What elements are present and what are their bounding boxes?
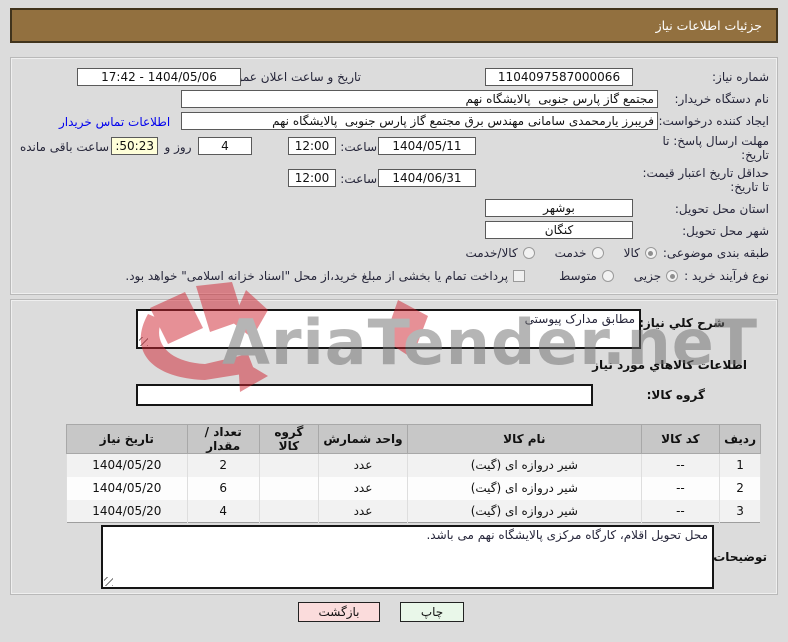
print-button[interactable]: چاپ: [400, 602, 464, 622]
process-type-label: نوع فرآیند خرید :: [684, 269, 769, 283]
province-field[interactable]: [485, 199, 633, 217]
price-validity-date-field[interactable]: [378, 169, 476, 187]
response-deadline-date-field[interactable]: [378, 137, 476, 155]
goods-panel: شرح کلي نیاز: مطابق مدارک پیوستی اطلاعات…: [10, 299, 778, 595]
city-label: شهر محل تحویل:: [682, 224, 769, 238]
radio-minor-label: جزیی: [633, 269, 662, 283]
need-description-textarea[interactable]: مطابق مدارک پیوستی: [136, 309, 641, 349]
radio-medium[interactable]: [601, 270, 614, 282]
treasury-checkbox-label: پرداخت تمام یا بخشی از مبلغ خرید،از محل …: [125, 269, 509, 283]
col-row-number: ردیف: [719, 424, 761, 454]
countdown-field[interactable]: [111, 137, 158, 155]
goods-section-title: اطلاعات کالاهاي مورد نیاز: [592, 358, 747, 372]
request-creator-label: ایجاد کننده درخواست:: [658, 114, 769, 128]
subject-class-row: طبقه بندی موضوعی: کالا خدمت کالا/خدمت: [465, 246, 769, 260]
table-row[interactable]: 1 -- شیر دروازه ای (گیت) عدد 2 1404/05/2…: [66, 453, 761, 477]
response-deadline-time-field[interactable]: [288, 137, 336, 155]
days-remaining-field[interactable]: [198, 137, 252, 155]
price-validity-time-field[interactable]: [288, 169, 336, 187]
back-button[interactable]: بازگشت: [298, 602, 380, 622]
need-number-field[interactable]: [485, 68, 633, 86]
col-unit: واحد شمارش: [318, 424, 408, 454]
process-type-row: نوع فرآیند خرید : جزیی متوسط پرداخت تمام…: [125, 269, 769, 283]
need-info-panel: شماره نیاز: تاریخ و ساعت اعلان عمومی: نا…: [10, 57, 778, 295]
goods-table-header-row: ردیف کد کالا نام کالا واحد شمارش گروه کا…: [66, 424, 761, 454]
days-and-label: روز و: [164, 140, 192, 154]
radio-goods-label: کالا: [623, 246, 640, 260]
treasury-checkbox[interactable]: [513, 270, 526, 282]
col-item-code: کد کالا: [640, 424, 721, 454]
table-row[interactable]: 3 -- شیر دروازه ای (گیت) عدد 4 1404/05/2…: [66, 499, 761, 523]
buyer-org-label: نام دستگاه خریدار:: [674, 92, 770, 106]
request-creator-field[interactable]: [181, 112, 658, 130]
resize-grip[interactable]: [104, 577, 113, 586]
radio-service[interactable]: [591, 247, 604, 259]
goods-table: ردیف کد کالا نام کالا واحد شمارش گروه کا…: [66, 424, 761, 523]
title-bar: جزئیات اطلاعات نیاز: [10, 8, 778, 43]
radio-goods-service[interactable]: [522, 247, 535, 259]
page: { "title_bar": { "title": "جزئیات اطلاعا…: [0, 0, 788, 642]
need-number-label: شماره نیاز:: [712, 70, 769, 84]
buyer-org-field[interactable]: [181, 90, 658, 108]
announce-datetime-field[interactable]: [77, 68, 241, 86]
response-deadline-label: مهلت ارسال پاسخ: تا تاریخ:: [662, 134, 769, 162]
price-validity-time-label: ساعت:: [340, 172, 377, 186]
need-description-label: شرح کلي نیاز:: [639, 316, 725, 330]
col-quantity: تعداد / مقدار: [186, 424, 260, 454]
price-validity-label: حداقل تاریخ اعتبار قیمت: تا تاریخ:: [642, 166, 769, 194]
city-field[interactable]: [485, 221, 633, 239]
radio-medium-label: متوسط: [559, 269, 597, 283]
subject-class-label: طبقه بندی موضوعی:: [662, 246, 769, 260]
resize-grip[interactable]: [139, 337, 148, 346]
goods-group-field[interactable]: [136, 384, 593, 406]
radio-service-label: خدمت: [554, 246, 587, 260]
time-remaining-label: ساعت باقی مانده: [19, 140, 109, 154]
table-row[interactable]: 2 -- شیر دروازه ای (گیت) عدد 6 1404/05/2…: [66, 476, 761, 500]
goods-group-label: گروه کالا:: [646, 388, 705, 402]
page-title: جزئیات اطلاعات نیاز: [655, 18, 762, 33]
response-deadline-time-label: ساعت:: [340, 140, 377, 154]
radio-goods[interactable]: [644, 247, 657, 259]
col-item-name: نام کالا: [406, 424, 642, 454]
radio-minor[interactable]: [666, 270, 679, 282]
province-label: استان محل تحویل:: [674, 202, 769, 216]
buyer-notes-textarea[interactable]: محل تحویل اقلام، کارگاه مرکزی پالایشگاه …: [101, 525, 714, 589]
buyer-contact-link[interactable]: اطلاعات تماس خریدار: [59, 115, 170, 129]
radio-goods-service-label: کالا/خدمت: [465, 246, 518, 260]
col-item-group: گروه کالا: [258, 424, 320, 454]
col-need-date: تاریخ نیاز: [66, 424, 188, 454]
